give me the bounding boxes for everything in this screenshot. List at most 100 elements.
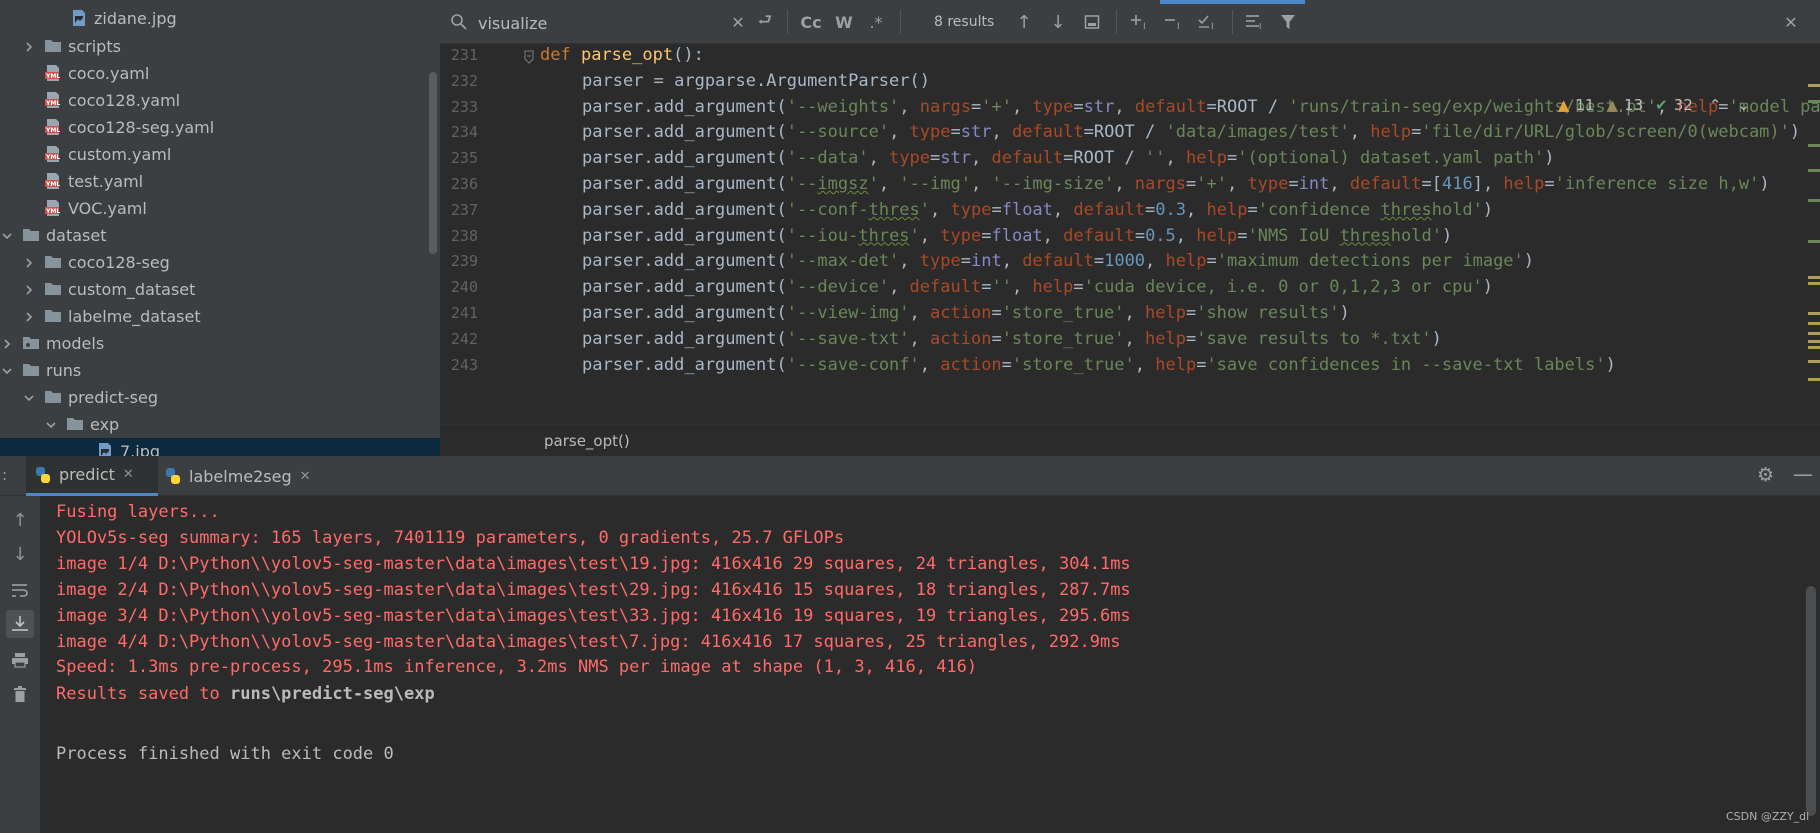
tree-item[interactable]: YML coco128-seg.yaml — [0, 114, 440, 141]
tree-item[interactable]: YML VOC.yaml — [0, 195, 440, 222]
breadcrumb-item[interactable]: parse_opt() — [544, 432, 630, 450]
line-number: 235 — [450, 149, 478, 168]
svg-text:YML: YML — [45, 181, 60, 188]
up-stack-trace-icon[interactable]: ↑ — [6, 506, 34, 534]
run-side-toolbar: ↑ ↓ — [0, 496, 40, 833]
chevron-right-icon[interactable] — [2, 338, 12, 349]
line-number: 236 — [450, 175, 478, 193]
words-button[interactable]: W — [832, 11, 856, 33]
chevron-right-icon[interactable] — [24, 257, 34, 268]
tree-item[interactable]: YML test.yaml — [0, 168, 440, 195]
error-stripe-mark[interactable] — [1808, 322, 1820, 325]
error-stripe[interactable] — [1808, 44, 1820, 424]
error-stripe-mark[interactable] — [1808, 340, 1820, 343]
folder-icon — [44, 37, 62, 55]
trash-icon[interactable] — [6, 680, 34, 708]
funnel-icon[interactable] — [1276, 11, 1300, 33]
error-stripe-mark[interactable] — [1808, 84, 1820, 87]
error-stripe-mark[interactable] — [1808, 312, 1820, 315]
error-stripe-mark[interactable] — [1808, 240, 1820, 243]
gear-icon[interactable]: ⚙ — [1757, 464, 1774, 486]
fold-marker-icon[interactable] — [524, 50, 534, 64]
chevron-right-icon[interactable] — [24, 311, 34, 322]
error-stripe-mark[interactable] — [1808, 276, 1820, 279]
tab-predict[interactable]: predict ✕ — [26, 456, 158, 496]
remove-occurrence-icon[interactable]: I — [1162, 11, 1188, 33]
tree-item[interactable]: custom_dataset — [0, 276, 440, 303]
tree-item[interactable]: runs — [0, 357, 440, 384]
svg-text:YML: YML — [45, 100, 60, 107]
previous-highlighted-error-icon[interactable]: ⌃ — [1709, 96, 1722, 114]
tree-item[interactable]: YML coco.yaml — [0, 60, 440, 87]
console-scrollbar[interactable] — [1806, 586, 1816, 816]
code-area[interactable]: 231 232 233 234 235 236 237 238 239 240 241 242 243 … — [440, 44, 1820, 424]
yaml-file-icon: YML — [44, 118, 62, 136]
error-stripe-mark[interactable] — [1808, 360, 1820, 363]
find-results-count: 8 results — [934, 14, 995, 30]
regex-button[interactable]: .* — [864, 11, 888, 33]
clear-search-icon[interactable]: ✕ — [728, 11, 748, 33]
find-input[interactable] — [478, 11, 728, 35]
chevron-down-icon[interactable] — [2, 231, 12, 241]
tree-item[interactable]: labelme_dataset — [0, 303, 440, 330]
soft-wrap-icon[interactable] — [6, 576, 34, 604]
filter-search-icon[interactable] — [1080, 11, 1104, 33]
tree-item-label: predict-seg — [68, 388, 159, 407]
tree-item[interactable]: models — [0, 330, 440, 357]
error-stripe-mark[interactable] — [1808, 144, 1820, 147]
chevron-right-icon[interactable] — [24, 284, 34, 295]
error-stripe-mark[interactable] — [1808, 332, 1820, 335]
match-case-button[interactable]: Cc — [798, 11, 824, 33]
search-icon[interactable] — [448, 11, 470, 33]
error-stripe-mark[interactable] — [1808, 378, 1820, 381]
tree-item-label: models — [46, 334, 105, 353]
tab-labelme2seg[interactable]: labelme2seg ✕ — [162, 456, 312, 496]
tree-item[interactable]: exp — [0, 411, 440, 438]
chevron-down-icon[interactable] — [24, 393, 34, 403]
chevron-right-icon[interactable] — [24, 41, 34, 52]
tab-label: labelme2seg — [189, 466, 292, 486]
tree-item-label: coco128-seg — [68, 253, 170, 272]
tree-item[interactable]: 7.jpg — [0, 438, 440, 456]
project-tree-scrollbar[interactable] — [429, 72, 437, 254]
tree-item[interactable]: coco128-seg — [0, 249, 440, 276]
line-number: 240 — [450, 278, 478, 297]
show-filter-popup-icon[interactable]: I — [1242, 11, 1268, 33]
chevron-down-icon[interactable] — [46, 420, 56, 430]
svg-text:YML: YML — [45, 73, 60, 80]
error-stripe-mark[interactable] — [1808, 346, 1820, 349]
run-tool-window: : predict ✕ labelme2seg ✕ ⚙ — ↑ ↓ Fusing… — [0, 456, 1820, 833]
console-line-saved: Results saved to runs\predict-seg\exp — [56, 684, 435, 704]
print-icon[interactable] — [6, 646, 34, 674]
new-line-icon[interactable]: ⮐ — [754, 10, 776, 33]
folder-icon — [44, 307, 62, 325]
tree-item[interactable]: YML custom.yaml — [0, 141, 440, 168]
down-stack-trace-icon[interactable]: ↓ — [6, 540, 34, 568]
inspection-widget[interactable]: ▲ 11 ▲ 13 ✔ 32 ⌃ ⌄ — [1558, 96, 1750, 114]
error-stripe-mark[interactable] — [1808, 100, 1820, 103]
console-line: image 1/4 D:\Python\\yolov5-seg-master\d… — [56, 553, 1131, 574]
close-icon[interactable]: ✕ — [1780, 11, 1802, 33]
code-line: parser.add_argument('--source', type=str… — [582, 122, 1801, 143]
close-tab-icon[interactable]: ✕ — [300, 469, 311, 484]
svg-text:YML: YML — [45, 127, 60, 134]
tree-item[interactable]: dataset — [0, 222, 440, 249]
select-all-occurrences-icon[interactable]: I — [1196, 11, 1222, 33]
previous-occurrence-icon[interactable]: ↑ — [1012, 11, 1036, 33]
chevron-down-icon[interactable] — [2, 366, 12, 376]
next-highlighted-error-icon[interactable]: ⌄ — [1737, 96, 1750, 114]
tree-item[interactable]: predict-seg — [0, 384, 440, 411]
error-stripe-mark[interactable] — [1808, 169, 1820, 172]
tree-item[interactable]: YML coco128.yaml — [0, 87, 440, 114]
minimize-icon[interactable]: — — [1793, 462, 1813, 486]
console-output[interactable]: Fusing layers... YOLOv5s-seg summary: 165… — [40, 496, 1820, 833]
next-occurrence-icon[interactable]: ↓ — [1046, 11, 1070, 33]
python-icon — [36, 466, 50, 483]
tree-item[interactable]: scripts — [0, 33, 440, 60]
tree-item[interactable]: zidane.jpg — [0, 5, 440, 32]
error-stripe-mark[interactable] — [1808, 282, 1820, 285]
scroll-to-end-icon[interactable] — [6, 610, 34, 638]
add-occurrence-icon[interactable]: I — [1128, 11, 1154, 33]
error-stripe-mark[interactable] — [1808, 199, 1820, 202]
close-tab-icon[interactable]: ✕ — [123, 467, 134, 482]
